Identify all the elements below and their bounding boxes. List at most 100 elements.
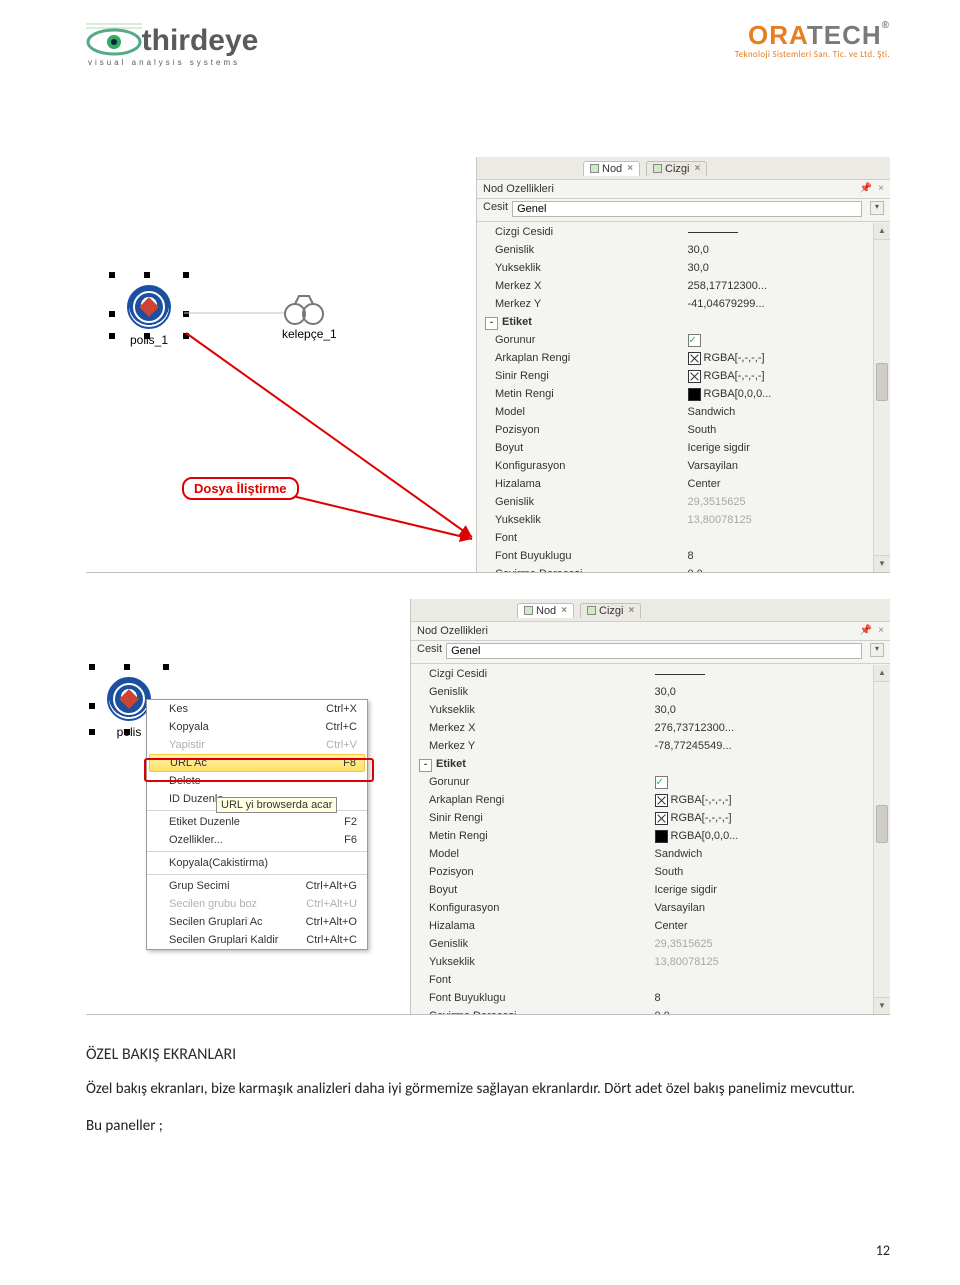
properties-panel-2: Nod× Cizgi× Nod Ozellikleri📌× Cesit ▾ Ci… xyxy=(410,599,890,1014)
property-row[interactable]: ModelSandwich xyxy=(481,403,886,421)
paragraph-1: Özel bakış ekranları, bize karmaşık anal… xyxy=(86,1079,890,1101)
property-row[interactable]: ModelSandwich xyxy=(415,845,886,863)
property-row[interactable]: Genislik29,3515625 xyxy=(415,935,886,953)
cesit-input[interactable] xyxy=(512,201,862,217)
menu-item[interactable]: KesCtrl+X xyxy=(147,700,367,718)
menu-item[interactable]: Etiket DuzenleF2 xyxy=(147,813,367,831)
properties-table: Cizgi CesidiGenislik30,0Yukseklik30,0Mer… xyxy=(481,223,886,572)
scroll-down-icon[interactable]: ▼ xyxy=(874,555,890,572)
expander-icon[interactable]: - xyxy=(419,759,432,772)
property-row[interactable]: Sinir RengiRGBA[-,-,-,-] xyxy=(415,809,886,827)
property-row[interactable]: HizalamaCenter xyxy=(415,917,886,935)
close-icon[interactable]: × xyxy=(878,625,884,637)
scrollbar[interactable]: ▲ ▼ xyxy=(873,223,890,572)
property-row[interactable]: Merkez X276,73712300... xyxy=(415,719,886,737)
property-row[interactable]: -Etiket xyxy=(415,755,886,773)
tab-nod[interactable]: Nod × xyxy=(517,603,574,618)
menu-item[interactable]: KopyalaCtrl+C xyxy=(147,718,367,736)
property-row[interactable]: Cevirme Derecesi0,0 xyxy=(481,565,886,572)
scroll-thumb[interactable] xyxy=(876,363,888,401)
property-row[interactable]: Sinir RengiRGBA[-,-,-,-] xyxy=(481,367,886,385)
property-row[interactable]: Yukseklik30,0 xyxy=(481,259,886,277)
property-row[interactable]: Merkez X258,17712300... xyxy=(481,277,886,295)
tab-cizgi[interactable]: Cizgi × xyxy=(646,161,707,176)
panel-title-row: Nod Ozellikleri 📌× xyxy=(477,180,890,199)
context-menu[interactable]: KesCtrl+XKopyalaCtrl+CYapistirCtrl+VURL … xyxy=(146,699,368,950)
panel-tabs: Nod× Cizgi × xyxy=(477,157,890,180)
panel-tabs: Nod × Cizgi × xyxy=(411,599,890,622)
graph-canvas[interactable]: polis_1 kelepçe_1 Dosya İliştirme xyxy=(86,157,476,572)
scroll-down-icon[interactable]: ▼ xyxy=(874,997,890,1014)
property-row[interactable]: BoyutIcerige sigdir xyxy=(415,881,886,899)
cesit-label: Cesit xyxy=(417,643,442,659)
property-row[interactable]: Metin RengiRGBA[0,0,0... xyxy=(481,385,886,403)
menu-item[interactable]: Kopyala(Cakistirma) xyxy=(147,854,367,872)
property-row[interactable]: Genislik30,0 xyxy=(415,683,886,701)
scroll-thumb[interactable] xyxy=(876,805,888,843)
close-icon[interactable]: × xyxy=(561,605,567,616)
menu-item[interactable]: URL AcF8 xyxy=(149,754,365,772)
menu-item[interactable]: Secilen Gruplari AcCtrl+Alt+O xyxy=(147,913,367,931)
property-row[interactable]: Merkez Y-41,04679299... xyxy=(481,295,886,313)
property-row[interactable]: Cizgi Cesidi xyxy=(415,665,886,683)
scroll-up-icon[interactable]: ▲ xyxy=(874,665,890,682)
police-badge-icon[interactable] xyxy=(107,677,151,721)
property-row[interactable]: HizalamaCenter xyxy=(481,475,886,493)
tab-cizgi-label: Cizgi xyxy=(665,163,689,175)
property-row[interactable]: Font Buyuklugu8 xyxy=(415,989,886,1007)
close-icon[interactable]: × xyxy=(627,163,633,174)
graph-edge xyxy=(86,157,476,572)
property-row[interactable]: Cevirme Derecesi0,0 xyxy=(415,1007,886,1014)
property-row[interactable]: Font Buyuklugu8 xyxy=(481,547,886,565)
menu-item[interactable]: Delete xyxy=(147,772,367,790)
property-row[interactable]: Metin RengiRGBA[0,0,0... xyxy=(415,827,886,845)
close-icon[interactable]: × xyxy=(878,183,884,195)
property-row[interactable]: KonfigurasyonVarsayilan xyxy=(415,899,886,917)
property-row[interactable]: Cizgi Cesidi xyxy=(481,223,886,241)
tooltip-url-ac: URL yi browserda acar xyxy=(216,797,337,813)
property-row[interactable]: Arkaplan RengiRGBA[-,-,-,-] xyxy=(415,791,886,809)
scroll-up-icon[interactable]: ▲ xyxy=(874,223,890,240)
checkbox-icon[interactable] xyxy=(655,776,668,789)
menu-item[interactable]: Grup SecimiCtrl+Alt+G xyxy=(147,877,367,895)
graph-canvas-2[interactable]: polis KesCtrl+XKopyalaCtrl+CYapistirCtrl… xyxy=(86,599,410,1014)
logo-tech: TECH xyxy=(807,20,882,50)
tab-nod-label: Nod xyxy=(536,605,556,617)
pin-icon[interactable]: 📌 xyxy=(860,625,872,637)
scrollbar[interactable]: ▲ ▼ xyxy=(873,665,890,1014)
property-row[interactable]: KonfigurasyonVarsayilan xyxy=(481,457,886,475)
pin-icon[interactable]: 📌 xyxy=(860,183,872,195)
screenshot-2: polis KesCtrl+XKopyalaCtrl+CYapistirCtrl… xyxy=(86,599,890,1015)
property-row[interactable]: Arkaplan RengiRGBA[-,-,-,-] xyxy=(481,349,886,367)
property-row[interactable]: Gorunur xyxy=(481,331,886,349)
logo-oratech: ORATECH® Teknoloji Sistemleri San. Tic. … xyxy=(735,20,890,60)
property-row[interactable]: Genislik29,3515625 xyxy=(481,493,886,511)
tab-cizgi-label: Cizgi xyxy=(599,605,623,617)
paragraph-2: Bu paneller ; xyxy=(86,1116,890,1138)
property-row[interactable]: Yukseklik30,0 xyxy=(415,701,886,719)
property-row[interactable]: Yukseklik13,80078125 xyxy=(481,511,886,529)
property-row[interactable]: Yukseklik13,80078125 xyxy=(415,953,886,971)
property-row[interactable]: Font xyxy=(481,529,886,547)
property-row[interactable]: PozisyonSouth xyxy=(415,863,886,881)
menu-item: Secilen grubu bozCtrl+Alt+U xyxy=(147,895,367,913)
property-row[interactable]: Gorunur xyxy=(415,773,886,791)
close-icon[interactable]: × xyxy=(628,605,634,616)
close-icon[interactable]: × xyxy=(694,163,700,174)
checkbox-icon[interactable] xyxy=(688,334,701,347)
property-row[interactable]: PozisyonSouth xyxy=(481,421,886,439)
property-row[interactable]: Font xyxy=(415,971,886,989)
property-row[interactable]: Merkez Y-78,77245549... xyxy=(415,737,886,755)
logo-ora: ORA xyxy=(748,20,807,50)
dropdown-caret-icon[interactable]: ▾ xyxy=(870,201,884,215)
menu-item[interactable]: Ozellikler...F6 xyxy=(147,831,367,849)
property-row[interactable]: -Etiket xyxy=(481,313,886,331)
tab-nod[interactable]: Nod× xyxy=(583,161,640,176)
dropdown-caret-icon[interactable]: ▾ xyxy=(870,643,884,657)
property-row[interactable]: Genislik30,0 xyxy=(481,241,886,259)
tab-cizgi[interactable]: Cizgi × xyxy=(580,603,641,618)
cesit-input[interactable] xyxy=(446,643,862,659)
property-row[interactable]: BoyutIcerige sigdir xyxy=(481,439,886,457)
expander-icon[interactable]: - xyxy=(485,317,498,330)
menu-item[interactable]: Secilen Gruplari KaldirCtrl+Alt+C xyxy=(147,931,367,949)
